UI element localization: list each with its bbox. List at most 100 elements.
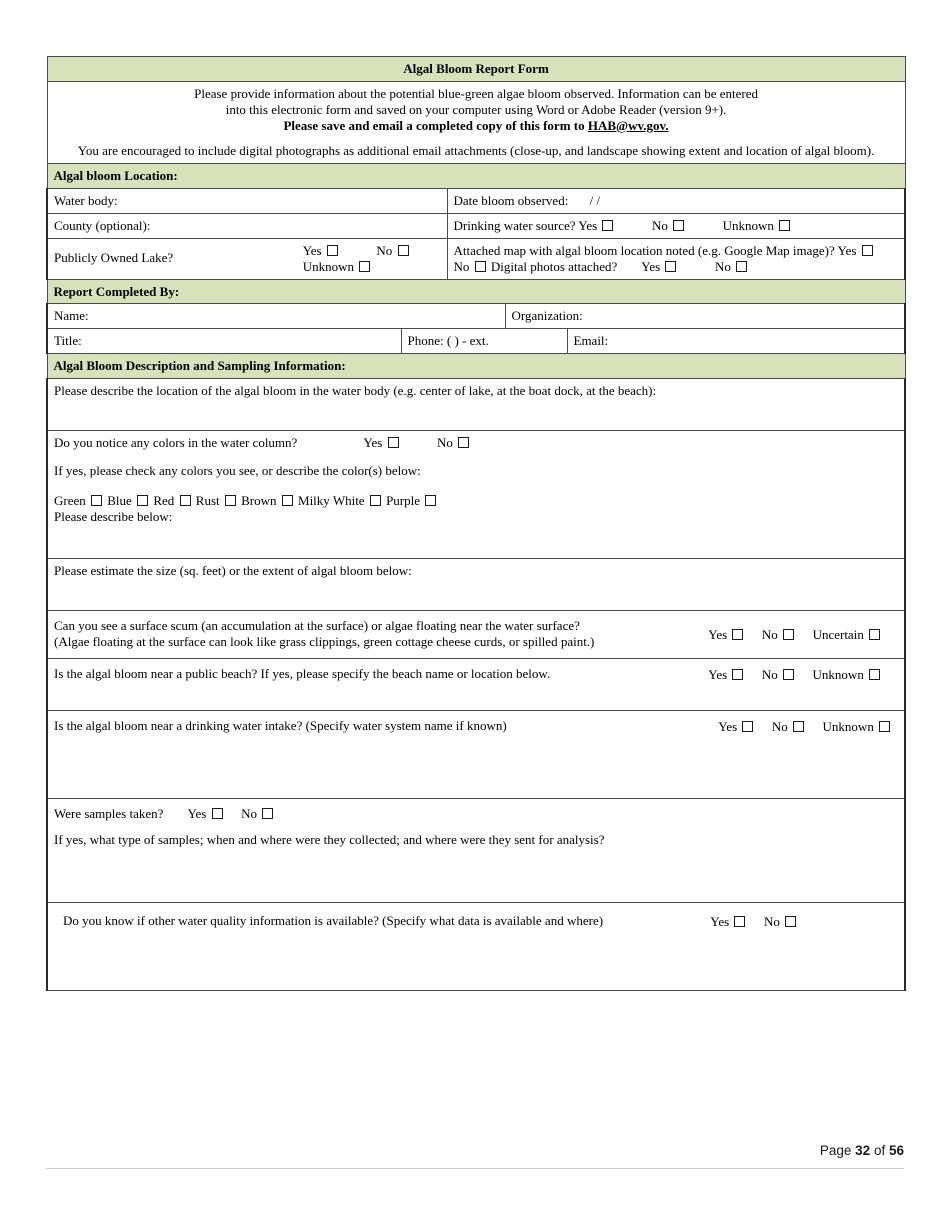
- map-no-option[interactable]: No: [454, 259, 488, 274]
- intro-line-1: Please provide information about the pot…: [194, 85, 758, 101]
- photos-no-option[interactable]: No: [715, 259, 749, 274]
- photos-yes-checkbox[interactable]: [665, 260, 677, 272]
- field-phone[interactable]: Phone: ( ) - ext.: [400, 328, 568, 355]
- field-estimate-size[interactable]: Please estimate the size (sq. feet) or t…: [45, 558, 907, 612]
- scum-uncertain-checkbox[interactable]: [869, 629, 881, 641]
- map-label: Attached map with algal bloom location n…: [453, 242, 835, 258]
- color-option-blue[interactable]: Blue: [107, 493, 150, 508]
- color-checkbox-rust[interactable]: [224, 494, 236, 506]
- lake-yes-option[interactable]: Yes: [303, 243, 340, 258]
- color-checkbox-milky-white[interactable]: [369, 494, 381, 506]
- colors-no-option[interactable]: No: [437, 435, 471, 450]
- intro-save-email-line: Please save and email a completed copy o…: [54, 118, 899, 134]
- lake-unknown-label: Unknown: [302, 258, 354, 274]
- color-checkbox-red[interactable]: [179, 494, 191, 506]
- drinking-unknown-checkbox[interactable]: [779, 220, 791, 232]
- colors-no-checkbox[interactable]: [458, 437, 470, 449]
- lake-options: Yes No Unknown: [303, 243, 441, 275]
- color-option-milky-white[interactable]: Milky White: [298, 493, 383, 508]
- field-email[interactable]: Email:: [566, 328, 907, 355]
- scum-no-option[interactable]: No: [762, 627, 796, 642]
- wq-no-option[interactable]: No: [764, 914, 798, 929]
- beach-unknown-label: Unknown: [812, 667, 864, 683]
- colors-describe-below-label: Please describe below:: [54, 508, 173, 524]
- color-checkbox-purple[interactable]: [425, 494, 437, 506]
- field-samples-taken[interactable]: Were samples taken? Yes No If yes, what …: [45, 798, 907, 904]
- photos-yes-label: Yes: [641, 258, 661, 274]
- document-page: Algal Bloom Report Form Please provide i…: [0, 0, 950, 1230]
- wq-yes-checkbox[interactable]: [734, 916, 746, 928]
- beach-yes-checkbox[interactable]: [732, 669, 744, 681]
- wq-yes-option[interactable]: Yes: [710, 914, 747, 929]
- intake-yes-option[interactable]: Yes: [718, 719, 755, 734]
- intake-no-option[interactable]: No: [772, 719, 806, 734]
- photos-yes-option[interactable]: Yes: [641, 259, 678, 274]
- map-no-checkbox[interactable]: [474, 260, 486, 272]
- field-water-quality-info[interactable]: Do you know if other water quality infor…: [45, 902, 907, 992]
- wq-row-inner: Do you know if other water quality infor…: [54, 913, 898, 930]
- wq-options: Yes No: [710, 913, 898, 930]
- hab-email-link[interactable]: HAB@wv.gov.: [588, 118, 669, 133]
- drinking-yes-option[interactable]: Yes: [578, 218, 615, 233]
- intake-yes-checkbox[interactable]: [742, 721, 754, 733]
- lake-no-checkbox[interactable]: [397, 244, 409, 256]
- drinking-yes-checkbox[interactable]: [602, 220, 614, 232]
- beach-no-checkbox[interactable]: [783, 669, 795, 681]
- map-yes-option[interactable]: Yes: [838, 243, 875, 258]
- form-title-row: Algal Bloom Report Form: [46, 56, 906, 82]
- drinking-no-checkbox[interactable]: [673, 220, 685, 232]
- colors-yes-checkbox[interactable]: [387, 437, 399, 449]
- photos-label: Digital photos attached?: [490, 258, 618, 274]
- drinking-no-option[interactable]: No: [652, 218, 686, 233]
- field-name[interactable]: Name:: [46, 303, 506, 330]
- lake-label: Publicly Owned Lake?: [54, 249, 174, 265]
- wq-no-checkbox[interactable]: [785, 916, 797, 928]
- scum-yes-option[interactable]: Yes: [708, 627, 745, 642]
- color-checkbox-green[interactable]: [91, 494, 103, 506]
- field-water-body[interactable]: Water body:: [46, 188, 448, 215]
- color-label-green: Green: [54, 492, 86, 508]
- scum-yes-label: Yes: [708, 627, 728, 643]
- color-option-red[interactable]: Red: [153, 493, 192, 508]
- lake-unknown-option[interactable]: Unknown: [303, 259, 373, 274]
- color-label-blue: Blue: [107, 492, 132, 508]
- field-drinking-water-intake[interactable]: Is the algal bloom near a drinking water…: [45, 710, 907, 800]
- field-date-observed[interactable]: Date bloom observed: / /: [446, 188, 907, 215]
- scum-no-checkbox[interactable]: [783, 629, 795, 641]
- intro-line-2: into this electronic form and saved on y…: [225, 101, 727, 117]
- field-organization[interactable]: Organization:: [504, 303, 907, 330]
- color-checkbox-blue[interactable]: [137, 494, 149, 506]
- color-option-rust[interactable]: Rust: [196, 493, 238, 508]
- beach-unknown-checkbox[interactable]: [869, 669, 881, 681]
- color-option-purple[interactable]: Purple: [386, 493, 438, 508]
- map-yes-checkbox[interactable]: [861, 244, 873, 256]
- samples-yes-option[interactable]: Yes: [187, 806, 224, 821]
- beach-no-option[interactable]: No: [762, 667, 796, 682]
- colors-yes-option[interactable]: Yes: [363, 435, 400, 450]
- drinking-unknown-label: Unknown: [722, 218, 774, 234]
- samples-yes-checkbox[interactable]: [211, 808, 223, 820]
- color-option-green[interactable]: Green: [54, 493, 104, 508]
- field-public-beach[interactable]: Is the algal bloom near a public beach? …: [45, 658, 907, 712]
- samples-no-option[interactable]: No: [241, 806, 275, 821]
- beach-unknown-option[interactable]: Unknown: [813, 667, 883, 682]
- field-describe-location[interactable]: Please describe the location of the alga…: [45, 378, 907, 432]
- samples-no-checkbox[interactable]: [262, 808, 274, 820]
- intake-unknown-checkbox[interactable]: [879, 721, 891, 733]
- lake-no-option[interactable]: No: [376, 243, 410, 258]
- scum-yes-checkbox[interactable]: [732, 629, 744, 641]
- lake-no-label: No: [376, 242, 393, 258]
- intake-no-checkbox[interactable]: [793, 721, 805, 733]
- scum-uncertain-option[interactable]: Uncertain: [813, 627, 883, 642]
- organization-label: Organization:: [511, 308, 583, 324]
- field-title[interactable]: Title:: [46, 328, 402, 355]
- color-checkbox-brown[interactable]: [281, 494, 293, 506]
- intake-unknown-option[interactable]: Unknown: [823, 719, 893, 734]
- color-option-brown[interactable]: Brown: [241, 493, 295, 508]
- photos-no-checkbox[interactable]: [736, 260, 748, 272]
- beach-yes-option[interactable]: Yes: [708, 667, 745, 682]
- drinking-unknown-option[interactable]: Unknown: [723, 218, 793, 233]
- lake-unknown-checkbox[interactable]: [359, 260, 371, 272]
- field-county[interactable]: County (optional):: [46, 213, 448, 239]
- lake-yes-checkbox[interactable]: [326, 244, 338, 256]
